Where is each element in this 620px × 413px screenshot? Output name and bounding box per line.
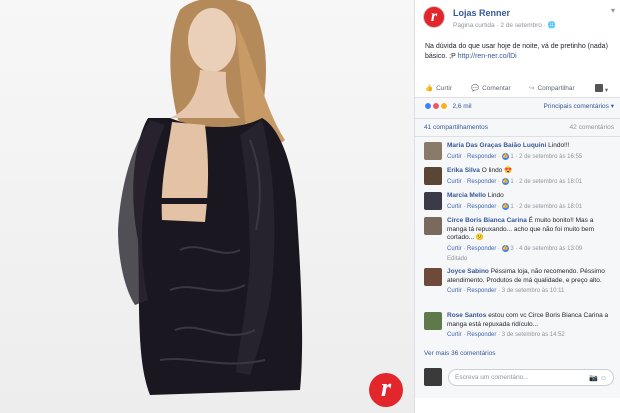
profile-selector[interactable]: ▾	[595, 84, 608, 94]
comment-reply-link[interactable]: Responder	[467, 179, 496, 185]
profile-selector-avatar-icon	[595, 84, 603, 92]
commenter-avatar[interactable]	[424, 142, 442, 160]
like-reaction-icon	[424, 102, 432, 110]
camera-icon[interactable]: 📷	[589, 375, 598, 382]
like-badge-icon: 👍	[501, 202, 509, 210]
comment-like-count[interactable]: 1	[510, 204, 513, 210]
commenter-name[interactable]: Marcia Mello	[447, 192, 486, 199]
commenter-name[interactable]: Erika Silva	[447, 167, 480, 174]
commenter-name[interactable]: Circe Boris Bianca Carina	[447, 217, 527, 224]
comment-text: Lindo!!!	[548, 142, 570, 149]
comment-time[interactable]: 2 de setembro às 18:01	[519, 179, 582, 185]
commenter-name[interactable]: Joyce Sabino	[447, 268, 489, 275]
page-name-link[interactable]: Lojas Renner	[453, 8, 510, 18]
comment-composer: Escreva um comentário... 📷 ☺	[424, 368, 614, 388]
comment-time[interactable]: 2 de setembro às 18:01	[519, 204, 582, 210]
model-illustration	[118, 0, 303, 395]
comment-time[interactable]: 3 de setembro às 10:11	[502, 288, 565, 294]
comment-body: Marcia Mello Lindo Curtir · Responder · …	[447, 192, 612, 211]
comment-reply-link[interactable]: Responder	[467, 246, 496, 252]
comment-input[interactable]: Escreva um comentário... 📷 ☺	[448, 369, 614, 386]
reactions-count[interactable]: 2,6 mil	[452, 103, 471, 110]
like-badge-icon: 👍	[501, 244, 509, 252]
comment-time[interactable]: 3 de setembro às 14:52	[502, 332, 565, 338]
shares-count[interactable]: 41 compartilhamentos	[424, 124, 488, 131]
current-user-avatar[interactable]	[424, 368, 442, 386]
comment-body: Rose Santos estou com vc Circe Boris Bia…	[447, 312, 612, 340]
comment-body: Erika Silva O lindo 😍 Curtir · Responder…	[447, 167, 612, 186]
comment-like-link[interactable]: Curtir	[447, 332, 462, 338]
comment-body: Circe Boris Bianca Carina É muito bonito…	[447, 217, 612, 264]
sort-comments-dropdown[interactable]: Principais comentários ▾	[544, 102, 614, 110]
share-label: Compartilhar	[537, 85, 575, 92]
post-text: Na dúvida do que usar hoje de noite, vá …	[425, 42, 613, 62]
like-label: Curtir	[436, 85, 452, 92]
comment-text: Lindo	[487, 192, 504, 199]
share-button[interactable]: ↪ Compartilhar	[529, 84, 575, 92]
comment-meta: Curtir · Responder · 3 de setembro às 14…	[447, 332, 565, 338]
comment-meta: Curtir · Responder · 3 de setembro às 10…	[447, 288, 565, 294]
like-button[interactable]: 👍 Curtir	[425, 84, 452, 92]
comment-edited[interactable]: Editado	[447, 255, 612, 264]
comment-like-link[interactable]: Curtir	[447, 288, 462, 294]
emoji-icon[interactable]: ☺	[600, 375, 607, 382]
commenter-avatar[interactable]	[424, 167, 442, 185]
comments-count[interactable]: 42 comentários	[570, 124, 614, 131]
post-link[interactable]: http://ren-ner.co/lDi	[458, 53, 517, 60]
comment-icon: 💬	[471, 85, 480, 92]
chevron-down-icon: ▾	[604, 87, 609, 94]
comment-like-count[interactable]: 1	[510, 154, 513, 160]
post-timestamp: Página curtida · 2 de setembro · 🌐	[453, 22, 556, 29]
comment-meta: Curtir · Responder · 👍 1 · 2 de setembro…	[447, 152, 583, 160]
reactions-divider	[415, 118, 620, 119]
reactions-row: 2,6 mil Principais comentários ▾	[424, 102, 614, 114]
comment-reply-link[interactable]: Responder	[467, 154, 496, 160]
comment-like-link[interactable]: Curtir	[447, 154, 462, 160]
comment-like-count[interactable]: 1	[510, 179, 513, 185]
commenter-name[interactable]: Rose Santos	[447, 312, 486, 319]
comment-text: O lindo 😍	[481, 167, 513, 174]
comment-input-placeholder: Escreva um comentário...	[455, 374, 529, 381]
comment-like-link[interactable]: Curtir	[447, 246, 462, 252]
page-avatar[interactable]: r	[423, 6, 445, 28]
share-icon: ↪	[529, 85, 535, 92]
comment-button[interactable]: 💬 Comentar	[471, 84, 511, 92]
post-side-panel: r Lojas Renner Página curtida · 2 de set…	[414, 0, 620, 413]
post-options-chevron-icon[interactable]: ▾	[611, 6, 615, 15]
post-actions-bar: 👍 Curtir 💬 Comentar ↪ Compartilhar ▾	[425, 84, 615, 94]
comment-reply-link[interactable]: Responder	[467, 332, 496, 338]
comment-meta: Curtir · Responder · 👍 3 · 4 de setembro…	[447, 244, 583, 252]
post-viewer: r r Lojas Renner Página curtida · 2 de s…	[0, 0, 620, 413]
comment-body: Joyce Sabino Péssima loja, não recomendo…	[447, 268, 612, 296]
comment-like-link[interactable]: Curtir	[447, 179, 462, 185]
like-badge-icon: 👍	[501, 152, 509, 160]
comment-reply-link[interactable]: Responder	[467, 288, 496, 294]
comment-meta: Curtir · Responder · 👍 1 · 2 de setembro…	[447, 202, 583, 210]
comment-like-link[interactable]: Curtir	[447, 204, 462, 210]
love-reaction-icon	[431, 102, 440, 110]
comment-body: Maria Das Graças Baião Luquini Lindo!!! …	[447, 142, 612, 161]
commenter-avatar[interactable]	[424, 217, 442, 235]
shares-divider	[415, 136, 620, 137]
thumbs-up-icon: 👍	[425, 85, 434, 92]
like-badge-icon: 👍	[501, 177, 509, 185]
comment-meta: Curtir · Responder · 👍 1 · 2 de setembro…	[447, 177, 583, 185]
post-header: r Lojas Renner Página curtida · 2 de set…	[423, 6, 615, 34]
commenter-avatar[interactable]	[424, 192, 442, 210]
view-more-comments-link[interactable]: Ver mais 36 comentários	[424, 350, 496, 357]
shares-row: 41 compartilhamentos 42 comentários	[424, 124, 614, 131]
commenter-name[interactable]: Maria Das Graças Baião Luquini	[447, 142, 546, 149]
brand-logo-badge: r	[369, 373, 403, 407]
wow-reaction-icon	[439, 102, 448, 110]
comment-label: Comentar	[482, 85, 511, 92]
comment-reply-link[interactable]: Responder	[467, 204, 496, 210]
comment-like-count[interactable]: 3	[510, 246, 513, 252]
post-photo[interactable]: r	[0, 0, 414, 413]
comment-time[interactable]: 2 de setembro às 16:55	[519, 154, 582, 160]
commenter-avatar[interactable]	[424, 312, 442, 330]
commenter-avatar[interactable]	[424, 268, 442, 286]
composer-icons: 📷 ☺	[589, 374, 607, 382]
comment-time[interactable]: 4 de setembro às 13:09	[519, 246, 582, 252]
